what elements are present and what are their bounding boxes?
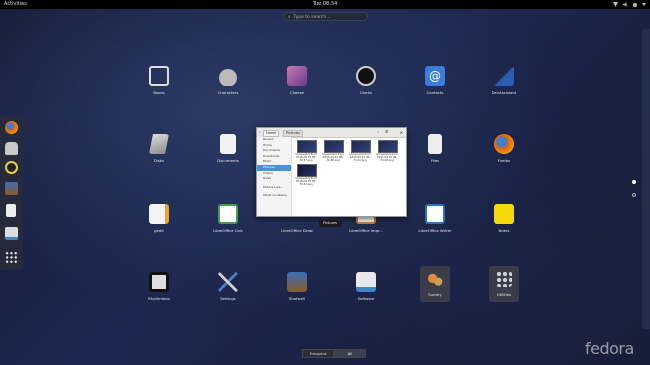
app-documents[interactable]: Documents: [198, 134, 258, 163]
settings-icon: [218, 272, 238, 292]
dash: [0, 116, 23, 270]
sundry-icon: [427, 272, 443, 288]
disks-icon: [149, 134, 169, 154]
sidebar: Recent Home Documents Downloads Music Pi…: [257, 137, 292, 216]
search-icon[interactable]: ⌕: [377, 128, 379, 137]
system-status-area[interactable]: [613, 0, 646, 9]
libreoffice-calc-icon: [218, 204, 238, 224]
cheese-icon: [287, 66, 307, 86]
app-devassistant[interactable]: DevAssistant: [474, 66, 534, 95]
page-indicator-active[interactable]: [632, 180, 636, 184]
breadcrumb-pictures[interactable]: Pictures: [283, 130, 303, 137]
tab-frequent[interactable]: Frequent: [302, 349, 334, 358]
rhythmbox-icon: [149, 272, 169, 292]
app-libreoffice-writer[interactable]: LibreOffice Writer: [405, 204, 465, 233]
back-icon[interactable]: ‹: [259, 128, 260, 137]
sidebar-item-trash[interactable]: Trash: [257, 176, 291, 182]
folder-background: Utilities: [489, 266, 519, 302]
top-bar: Activities Tue 08:34: [0, 0, 650, 9]
file-thumbnail[interactable]: [378, 140, 398, 153]
show-applications-icon[interactable]: [5, 251, 18, 264]
window-tooltip: Pictures: [319, 220, 341, 227]
close-icon[interactable]: ✕: [400, 128, 403, 137]
documents-icon[interactable]: [6, 204, 16, 217]
view-list-icon[interactable]: ☰: [385, 128, 388, 137]
breadcrumb-home[interactable]: Home: [263, 130, 280, 137]
app-characters[interactable]: Characters: [198, 66, 258, 95]
app-clocks[interactable]: Clocks: [336, 66, 396, 95]
sidebar-item-other-locations[interactable]: Other Locations: [257, 193, 291, 199]
file-thumbnail[interactable]: [297, 164, 317, 177]
firefox-icon: [494, 134, 514, 154]
app-disks[interactable]: Disks: [129, 134, 189, 163]
firefox-icon[interactable]: [5, 121, 18, 134]
network-icon: [613, 2, 618, 7]
file-label: Screenshot from 2015-09-15 08-33-02.png: [349, 153, 371, 162]
file-thumbnail[interactable]: [351, 140, 371, 153]
app-gedit[interactable]: gedit: [129, 204, 189, 233]
file-thumbnail[interactable]: [297, 140, 317, 153]
app-view-tabs: Frequent All: [302, 349, 366, 358]
search-input[interactable]: ⌕ Type to search...: [283, 12, 368, 21]
app-firefox[interactable]: Firefox: [474, 134, 534, 163]
files-icon[interactable]: [5, 142, 18, 155]
file-label: Screenshot from 2015-09-15 08-33-08.png: [376, 153, 398, 162]
workspace-switcher[interactable]: [642, 29, 650, 329]
sidebar-item-fedora-live[interactable]: Fedora Live...: [257, 185, 291, 191]
clock[interactable]: Tue 08:34: [0, 0, 650, 9]
contacts-icon: @: [425, 66, 445, 86]
file-thumbnail[interactable]: [324, 140, 344, 153]
documents-icon: [220, 134, 236, 154]
file-label: Screenshot from 2015-09-15 08-32-58.png: [322, 153, 344, 162]
app-shotwell[interactable]: Shotwell: [267, 272, 327, 301]
app-settings[interactable]: Settings: [198, 272, 258, 301]
files-icon: [428, 134, 442, 154]
clocks-icon: [356, 66, 376, 86]
app-cheese[interactable]: Cheese: [267, 66, 327, 95]
libreoffice-writer-icon: [425, 204, 445, 224]
app-boxes[interactable]: Boxes: [129, 66, 189, 95]
app-libreoffice-calc[interactable]: LibreOffice Calc: [198, 204, 258, 233]
volume-icon: [623, 2, 627, 7]
file-label: Screenshot from 2015-09-15 08-33-44.png: [295, 177, 317, 186]
folder-background: Sundry: [420, 266, 450, 302]
page-indicator-inactive[interactable]: [632, 193, 636, 197]
files-window[interactable]: ‹ Home Pictures ⌕ ☰ ✕ Recent Home Docume…: [256, 127, 407, 217]
rhythmbox-icon[interactable]: [5, 161, 18, 174]
app-contacts[interactable]: @ Contacts: [405, 66, 465, 95]
characters-icon: [218, 66, 238, 86]
chevron-down-icon: [642, 3, 646, 6]
tab-all[interactable]: All: [334, 349, 366, 358]
power-icon: [633, 2, 637, 7]
shotwell-icon: [287, 272, 307, 292]
utilities-icon: [496, 271, 512, 287]
search-icon: ⌕: [288, 15, 291, 20]
software-icon: [356, 272, 376, 292]
shotwell-icon[interactable]: [5, 182, 18, 195]
file-label: Screenshot from 2015-09-15 08-32-57.png: [295, 153, 317, 162]
app-folder-sundry[interactable]: Sundry: [405, 266, 465, 302]
app-rhythmbox[interactable]: Rhythmbox: [129, 272, 189, 301]
app-software[interactable]: Software: [336, 272, 396, 301]
fedora-logo: fedora: [585, 339, 634, 358]
software-icon[interactable]: [5, 227, 18, 240]
app-folder-utilities[interactable]: Utilities: [474, 266, 534, 302]
gedit-icon: [149, 204, 169, 224]
boxes-icon: [149, 66, 169, 86]
app-files[interactable]: Files: [405, 134, 465, 163]
notes-icon: [494, 204, 514, 224]
app-notes[interactable]: Notes: [474, 204, 534, 233]
devassistant-icon: [494, 66, 514, 86]
